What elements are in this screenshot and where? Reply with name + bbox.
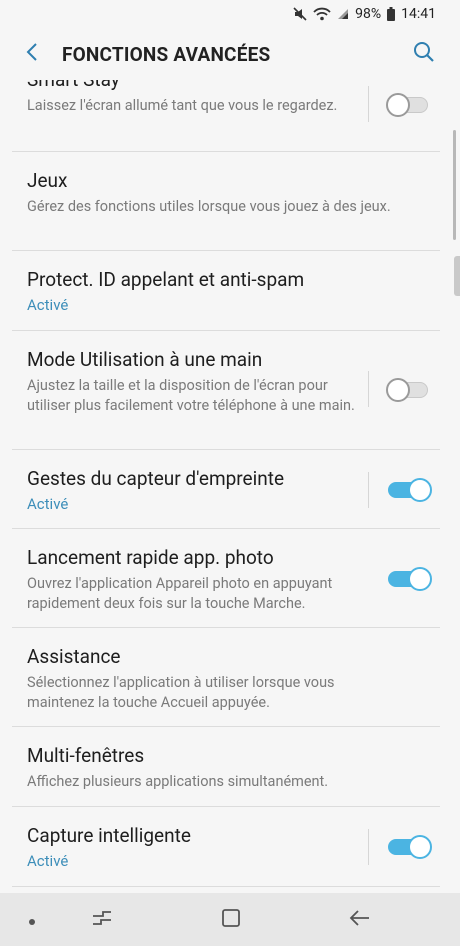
nav-dot-button[interactable] [17, 905, 47, 935]
setting-text: Assistance Sélectionnez l'application à … [27, 645, 397, 712]
page-title: FONCTIONS AVANCÉES [62, 43, 271, 66]
edge-panel-handle[interactable] [454, 256, 460, 296]
setting-status: Activé [27, 495, 69, 513]
status-bar-right: 98% 14:41 [293, 6, 436, 22]
setting-text: Protect. ID appelant et anti-spam Activé [27, 268, 417, 316]
signal-icon [337, 8, 349, 20]
recents-icon [91, 908, 113, 932]
setting-subtitle: Laissez l'écran allumé tant que vous le … [27, 97, 338, 114]
setting-subtitle: Gérez des fonctions utiles lorsque vous … [27, 198, 391, 215]
smart-capture-toggle[interactable] [388, 835, 432, 859]
setting-one-hand-mode[interactable]: Mode Utilisation à une main Ajustez la t… [12, 331, 440, 450]
status-bar: 98% 14:41 [0, 0, 460, 30]
setting-title: Capture intelligente [27, 824, 191, 847]
setting-text: Jeux Gérez des fonctions utiles lorsque … [27, 169, 417, 217]
setting-title: Lancement rapide app. photo [27, 546, 274, 569]
setting-text: Multi-fenêtres Affichez plusieurs applic… [27, 744, 427, 792]
wifi-icon [313, 7, 331, 21]
setting-title: Gestes du capteur d'empreinte [27, 467, 285, 490]
setting-multi-window[interactable]: Multi-fenêtres Affichez plusieurs applic… [12, 727, 440, 807]
home-icon [221, 908, 241, 932]
setting-title: Smart Stay [27, 80, 347, 92]
setting-subtitle: Ajustez la taille et la disposition de l… [27, 377, 355, 414]
setting-fingerprint-gestures[interactable]: Gestes du capteur d'empreinte Activé [12, 450, 440, 529]
back-chevron-icon [25, 42, 39, 66]
setting-text: Gestes du capteur d'empreinte Activé [27, 467, 357, 515]
setting-text: Smart Stay Laissez l'écran allumé tant q… [27, 80, 347, 116]
setting-subtitle: Ouvrez l'application Appareil photo en a… [27, 575, 333, 612]
search-icon [413, 41, 435, 67]
recents-button[interactable] [87, 905, 117, 935]
screen: 98% 14:41 FONCTIONS AVANCÉES Smart Stay … [0, 0, 460, 946]
back-icon [349, 909, 371, 931]
battery-icon [387, 7, 396, 21]
setting-title: Jeux [27, 169, 68, 192]
setting-title: Multi-fenêtres [27, 744, 145, 767]
app-header: FONCTIONS AVANCÉES [0, 30, 460, 80]
divider [368, 371, 369, 407]
setting-title: Assistance [27, 645, 121, 668]
toggle-knob [408, 835, 432, 859]
quick-camera-toggle[interactable] [388, 567, 432, 591]
smart-stay-toggle[interactable] [386, 93, 430, 117]
setting-text: Capture intelligente Activé [27, 824, 357, 872]
setting-smart-capture[interactable]: Capture intelligente Activé [12, 807, 440, 887]
battery-percent: 98% [355, 6, 382, 22]
search-button[interactable] [410, 40, 438, 68]
setting-assistance[interactable]: Assistance Sélectionnez l'application à … [12, 628, 440, 727]
toggle-knob [408, 478, 432, 502]
toggle-knob [386, 93, 410, 117]
setting-text: Mode Utilisation à une main Ajustez la t… [27, 348, 357, 415]
divider [368, 472, 369, 508]
home-button[interactable] [216, 905, 246, 935]
setting-jeux[interactable]: Jeux Gérez des fonctions utiles lorsque … [12, 152, 440, 251]
setting-subtitle: Affichez plusieurs applications simultan… [27, 773, 329, 790]
setting-caller-id-protection[interactable]: Protect. ID appelant et anti-spam Activé [12, 251, 440, 331]
setting-status: Activé [27, 296, 69, 314]
scrollbar[interactable] [453, 130, 456, 240]
navigation-bar [0, 893, 460, 946]
mute-icon [293, 7, 307, 21]
setting-quick-camera-launch[interactable]: Lancement rapide app. photo Ouvrez l'app… [12, 529, 440, 628]
clock: 14:41 [401, 6, 436, 22]
setting-title: Protect. ID appelant et anti-spam [27, 268, 305, 291]
settings-list: Smart Stay Laissez l'écran allumé tant q… [12, 80, 440, 892]
toggle-knob [386, 378, 410, 402]
divider [368, 86, 369, 122]
one-hand-mode-toggle[interactable] [386, 378, 430, 402]
setting-smart-stay[interactable]: Smart Stay Laissez l'écran allumé tant q… [12, 80, 440, 152]
setting-status: Activé [27, 852, 69, 870]
setting-subtitle: Sélectionnez l'application à utiliser lo… [27, 674, 335, 711]
dot-icon [28, 911, 36, 930]
divider [368, 829, 369, 865]
setting-title: Mode Utilisation à une main [27, 348, 263, 371]
toggle-knob [408, 567, 432, 591]
fingerprint-gestures-toggle[interactable] [388, 478, 432, 502]
back-button[interactable] [18, 40, 46, 68]
setting-text: Lancement rapide app. photo Ouvrez l'app… [27, 546, 377, 613]
nav-back-button[interactable] [345, 905, 375, 935]
